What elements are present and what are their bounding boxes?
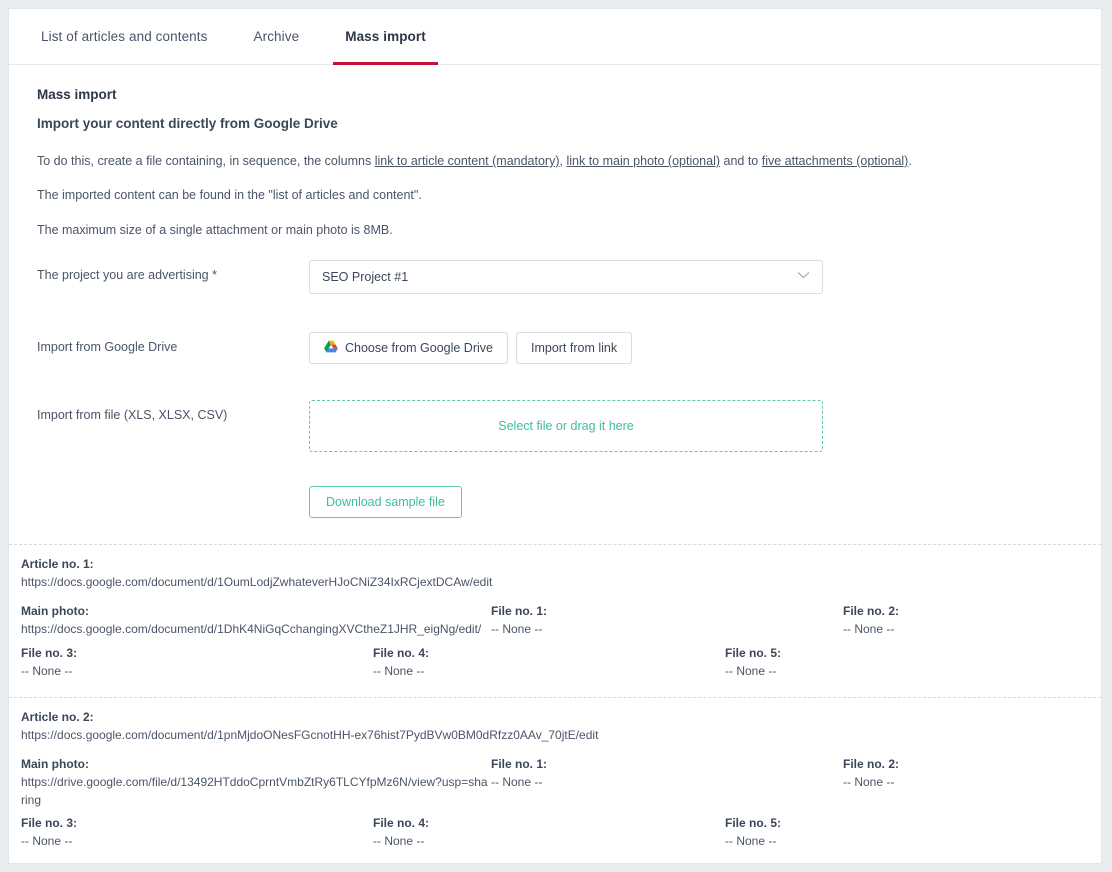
link-main-photo[interactable]: link to main photo (optional)	[566, 154, 720, 168]
main-photo-url-value: https://docs.google.com/document/d/1DhK4…	[21, 622, 482, 637]
file-5-value: -- None --	[725, 663, 777, 678]
file-4-label: File no. 4:	[373, 645, 430, 660]
files-row: File no. 3: -- None -- File no. 4: -- No…	[21, 816, 1089, 850]
project-select[interactable]: SEO Project #1	[309, 259, 823, 294]
tab-bar: List of articles and contents Archive Ma…	[9, 9, 1101, 65]
link-five-attachments[interactable]: five attachments (optional)	[762, 154, 909, 168]
file-5-label: File no. 5:	[725, 645, 782, 660]
tab-label: Archive	[253, 29, 300, 44]
file-3-field: File no. 3: -- None --	[21, 816, 373, 850]
tab-list-of-articles[interactable]: List of articles and contents	[29, 9, 220, 64]
file-5-field: File no. 5: -- None --	[725, 646, 1089, 680]
sample-file-row: Download sample file	[309, 485, 1073, 518]
file-3-label: File no. 3:	[21, 645, 78, 660]
choose-from-google-drive-button[interactable]: Choose from Google Drive	[309, 331, 508, 364]
main-photo-url-value: https://drive.google.com/file/d/13492HTd…	[21, 775, 488, 807]
file-1-field: File no. 1: -- None --	[491, 604, 843, 638]
import-from-link-button[interactable]: Import from link	[515, 331, 633, 364]
article-label: Article no. 1:	[21, 556, 94, 571]
file-5-label: File no. 5:	[725, 816, 782, 831]
dropzone-text: Select file or drag it here	[498, 418, 634, 433]
download-sample-file-label: Download sample file	[326, 494, 445, 509]
para1-post: .	[908, 154, 912, 168]
main-card: List of articles and contents Archive Ma…	[8, 8, 1102, 864]
para1-pre: To do this, create a file containing, in…	[37, 154, 375, 168]
file-3-field: File no. 3: -- None --	[21, 646, 373, 680]
file-4-label: File no. 4:	[373, 816, 430, 831]
media-row: Main photo: https://drive.google.com/fil…	[21, 757, 1089, 809]
article-block: Article no. 2: https://docs.google.com/d…	[9, 698, 1101, 863]
file-import-row: Import from file (XLS, XLSX, CSV) Select…	[37, 399, 1073, 452]
file-3-value: -- None --	[21, 663, 73, 678]
file-1-value: -- None --	[491, 622, 543, 637]
project-label: The project you are advertising *	[37, 267, 217, 282]
page-subtitle: Import your content directly from Google…	[37, 116, 338, 131]
file-5-field: File no. 5: -- None --	[725, 816, 1089, 850]
file-4-field: File no. 4: -- None --	[373, 816, 725, 850]
file-5-value: -- None --	[725, 834, 777, 849]
main-photo-label: Main photo:	[21, 604, 89, 619]
import-from-link-label: Import from link	[530, 340, 618, 355]
google-drive-icon	[324, 340, 338, 356]
article-preview-list: Article no. 1: https://docs.google.com/d…	[9, 543, 1101, 863]
file-3-label: File no. 3:	[21, 816, 78, 831]
file-4-field: File no. 4: -- None --	[373, 646, 725, 680]
tab-archive[interactable]: Archive	[242, 9, 312, 64]
instructions-paragraph-3: The maximum size of a single attachment …	[37, 222, 393, 237]
article-url-value: https://docs.google.com/document/d/1pnMj…	[21, 727, 599, 742]
file-2-label: File no. 2:	[843, 604, 900, 619]
main-photo-label: Main photo:	[21, 757, 89, 772]
tab-label: Mass import	[345, 29, 426, 44]
article-url-value: https://docs.google.com/document/d/1OumL…	[21, 574, 493, 589]
article-block: Article no. 1: https://docs.google.com/d…	[9, 545, 1101, 697]
article-label: Article no. 2:	[21, 709, 94, 724]
file-2-value: -- None --	[843, 622, 895, 637]
instructions-paragraph-1: To do this, create a file containing, in…	[37, 153, 1073, 169]
project-row: The project you are advertising * SEO Pr…	[37, 259, 1073, 294]
download-sample-file-button[interactable]: Download sample file	[309, 485, 462, 518]
file-dropzone[interactable]: Select file or drag it here	[309, 399, 823, 452]
media-row: Main photo: https://docs.google.com/docu…	[21, 604, 1089, 638]
file-1-field: File no. 1: -- None --	[491, 757, 843, 809]
link-article-content[interactable]: link to article content (mandatory)	[375, 154, 560, 168]
gdrive-button-group: Choose from Google Drive Import from lin…	[309, 331, 633, 364]
file-import-label: Import from file (XLS, XLSX, CSV)	[37, 407, 228, 422]
choose-from-google-drive-label: Choose from Google Drive	[345, 340, 493, 355]
file-1-value: -- None --	[491, 775, 543, 790]
project-select-value: SEO Project #1	[322, 269, 409, 284]
file-2-field: File no. 2: -- None --	[843, 604, 1089, 638]
gdrive-row: Import from Google Drive Choose from Goo…	[37, 331, 1073, 364]
file-1-label: File no. 1:	[491, 604, 548, 619]
para1-mid2: and to	[720, 154, 762, 168]
content-area: Mass import Import your content directly…	[9, 65, 1101, 518]
instructions-paragraph-2: The imported content can be found in the…	[37, 188, 422, 203]
files-row: File no. 3: -- None -- File no. 4: -- No…	[21, 646, 1089, 680]
file-2-field: File no. 2: -- None --	[843, 757, 1089, 809]
main-photo-field: Main photo: https://docs.google.com/docu…	[21, 604, 491, 638]
file-3-value: -- None --	[21, 834, 73, 849]
tab-label: List of articles and contents	[41, 29, 208, 44]
page-background: List of articles and contents Archive Ma…	[0, 0, 1112, 872]
file-2-value: -- None --	[843, 775, 895, 790]
page-title: Mass import	[37, 87, 117, 102]
main-photo-field: Main photo: https://drive.google.com/fil…	[21, 757, 491, 809]
article-url-field: Article no. 2: https://docs.google.com/d…	[21, 710, 1089, 744]
file-1-label: File no. 1:	[491, 757, 548, 772]
file-4-value: -- None --	[373, 834, 425, 849]
tab-mass-import[interactable]: Mass import	[333, 9, 438, 65]
chevron-down-icon	[797, 271, 810, 282]
gdrive-label: Import from Google Drive	[37, 339, 178, 354]
file-4-value: -- None --	[373, 663, 425, 678]
file-2-label: File no. 2:	[843, 757, 900, 772]
article-url-field: Article no. 1: https://docs.google.com/d…	[21, 557, 1089, 591]
